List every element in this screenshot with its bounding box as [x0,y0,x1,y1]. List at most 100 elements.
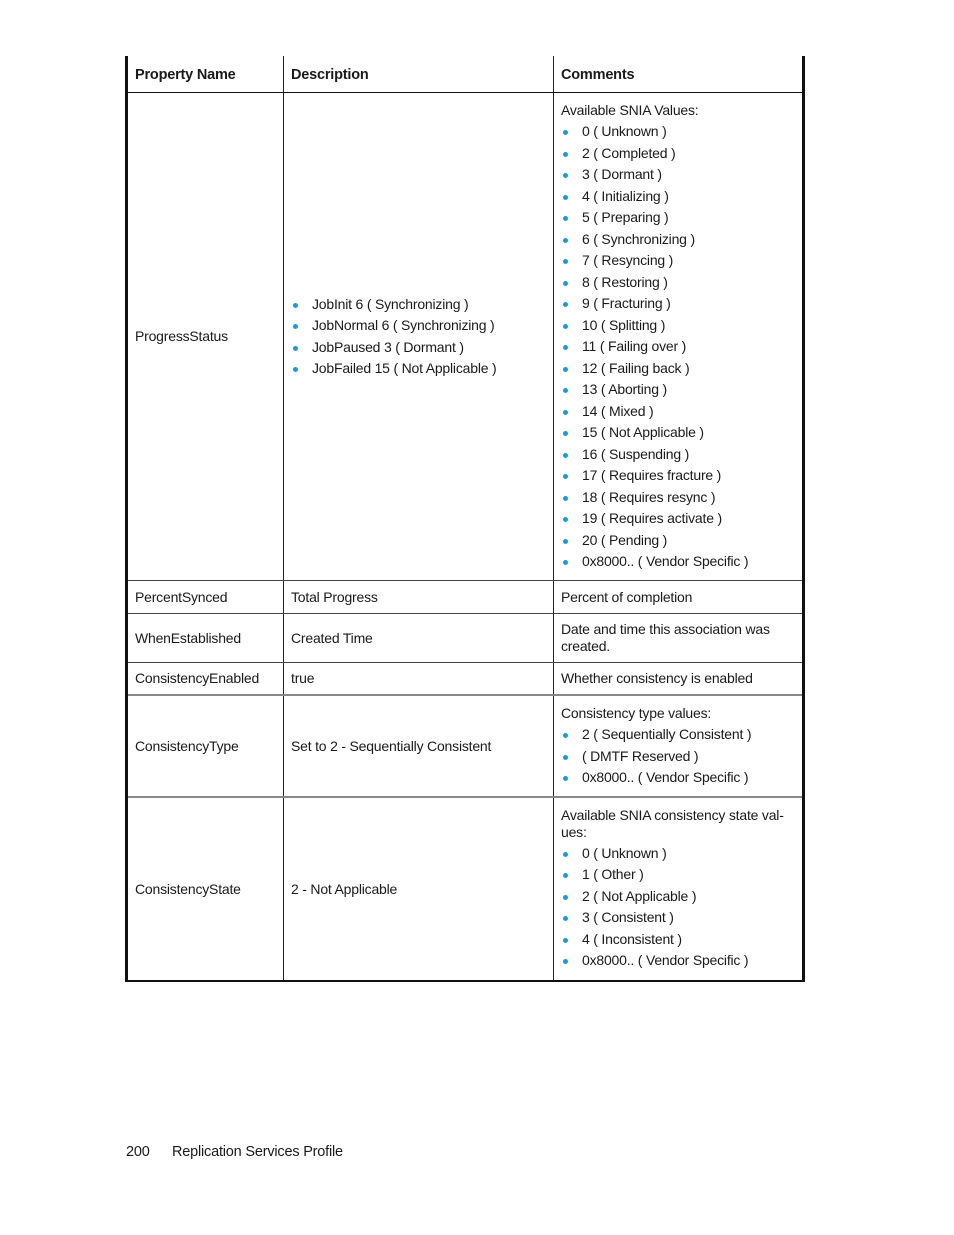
description-cell: Total Progress [283,580,554,614]
bullet-icon [293,367,298,372]
bullet-icon [563,216,568,222]
list-item: 10 ( Splitting ) [561,315,795,337]
list-item: 5 ( Preparing ) [561,207,795,229]
bullet-icon [563,776,568,782]
comments-cell: Available SNIA Values: 0 ( Unknown ) 2 ( … [553,92,805,581]
bullet-icon [563,517,568,523]
table-row: ProgressStatus JobInit 6 ( Synchronizing… [125,92,805,581]
list-item: 18 ( Requires resync ) [561,487,795,509]
list-item-text: 16 ( Suspending ) [582,445,690,462]
list-item: 0 ( Unknown ) [561,121,795,143]
list-item-text: 8 ( Restoring ) [582,273,668,290]
list-item: 17 ( Requires fracture ) [561,465,795,487]
description-cell: Created Time [283,613,554,663]
list-item: 20 ( Pending ) [561,530,795,552]
list-item: 12 ( Failing back ) [561,358,795,380]
bullet-icon [563,452,568,458]
list-item-text: JobNormal 6 ( Synchronizing ) [312,317,495,333]
section-title: Replication Services Profile [172,1144,343,1160]
list-item-text: 0 ( Unknown ) [582,844,667,861]
list-item-text: 0x8000.. ( Vendor Specific ) [582,952,749,968]
list-item-text: 5 ( Preparing ) [582,209,669,226]
list-item-text: 2 ( Sequentially Consistent ) [582,726,752,743]
bullet-icon [563,173,568,179]
property-name-cell: ConsistencyEnabled [125,662,284,696]
list-item: 3 ( Consistent ) [561,907,795,929]
list-item: 1 ( Other ) [561,864,795,886]
comments-cell: Available SNIA consistency state val-ues… [553,797,805,982]
page-footer: 200 Replication Services Profile [126,1144,343,1160]
list-item-text: 12 ( Failing back ) [582,359,690,376]
list-item-text: 2 ( Completed ) [582,144,676,161]
comments-list: 2 ( Sequentially Consistent ) ( DMTF Rese… [561,724,795,789]
list-item-text: 1 ( Other ) [582,866,644,882]
bullet-icon [563,937,568,943]
bullet-icon [563,194,568,200]
bullet-icon [563,733,568,739]
list-item-text: 3 ( Consistent ) [582,909,674,925]
description-list: JobInit 6 ( Synchronizing ) JobNormal 6 (… [291,294,546,380]
table-row: ConsistencyEnabled true Whether consiste… [125,662,805,696]
page-number: 200 [126,1144,150,1160]
list-item: JobNormal 6 ( Synchronizing ) [291,315,546,337]
list-item-text: 19 ( Requires activate ) [582,510,722,527]
bullet-icon [563,366,568,372]
list-item: JobPaused 3 ( Dormant ) [291,337,546,359]
list-item: 11 ( Failing over ) [561,336,795,358]
bullet-icon [293,345,298,351]
bullet-icon [563,894,568,900]
list-item: 2 ( Sequentially Consistent ) [561,724,795,746]
property-name-cell: ConsistencyState [125,797,284,982]
comments-cell: Consistency type values: 2 ( Sequentiall… [553,695,805,798]
bullet-icon [563,409,568,415]
list-item-text: 7 ( Resyncing ) [582,252,674,269]
list-item-text: 18 ( Requires resync ) [582,488,716,505]
bullet-icon [563,302,568,308]
list-item-text: 20 ( Pending ) [582,531,668,548]
bullet-icon [563,259,568,265]
property-name-cell: ProgressStatus [125,92,284,581]
list-item-text: 14 ( Mixed ) [582,402,654,419]
list-item: 16 ( Suspending ) [561,444,795,466]
list-item: 0x8000.. ( Vendor Specific ) [561,767,795,789]
property-name-cell: WhenEstablished [125,613,284,663]
bullet-icon [563,388,568,394]
list-item: 14 ( Mixed ) [561,401,795,423]
property-table: Property Name Description Comments Progr… [125,56,805,982]
list-item: 6 ( Synchronizing ) [561,229,795,251]
header-property-name: Property Name [125,56,284,93]
list-item-text: 4 ( Initializing ) [582,187,669,204]
comments-cell: Date and time this association was creat… [553,613,805,663]
list-item: 8 ( Restoring ) [561,272,795,294]
list-item-text: 11 ( Failing over ) [582,338,687,355]
list-item: 0 ( Unknown ) [561,843,795,865]
property-name-cell: ConsistencyType [125,695,284,798]
description-cell: Set to 2 - Sequentially Consistent [283,695,554,798]
comments-intro: Consistency type values: [561,705,712,722]
list-item-text: 6 ( Synchronizing ) [582,230,695,247]
comments-list: 0 ( Unknown ) 2 ( Completed ) 3 ( Dormant … [561,121,795,573]
list-item-text: 0x8000.. ( Vendor Specific ) [582,769,749,786]
list-item-text: JobInit 6 ( Synchronizing ) [312,295,469,312]
list-item-text: JobPaused 3 ( Dormant ) [312,338,464,355]
bullet-icon [563,345,568,351]
list-item-text: 0x8000.. ( Vendor Specific ) [582,553,749,570]
list-item: 7 ( Resyncing ) [561,250,795,272]
description-cell: 2 - Not Applicable [283,797,554,982]
bullet-icon [563,130,568,136]
comments-intro: Available SNIA Values: [561,102,699,119]
bullet-icon [563,851,568,857]
description-cell: true [283,662,554,696]
table-row: ConsistencyType Set to 2 - Sequentially … [125,695,805,798]
bullet-icon [563,959,568,964]
list-item-text: 9 ( Fracturing ) [582,295,671,312]
list-item: 4 ( Inconsistent ) [561,929,795,951]
list-item: JobInit 6 ( Synchronizing ) [291,294,546,316]
bullet-icon [563,431,568,437]
comments-cell: Percent of completion [553,580,805,614]
comments-list: 0 ( Unknown ) 1 ( Other ) 2 ( Not Applicab… [561,843,795,972]
table-row: PercentSynced Total Progress Percent of … [125,580,805,614]
comments-cell: Whether consistency is enabled [553,662,805,696]
bullet-icon [563,237,568,243]
list-item: 13 ( Aborting ) [561,379,795,401]
